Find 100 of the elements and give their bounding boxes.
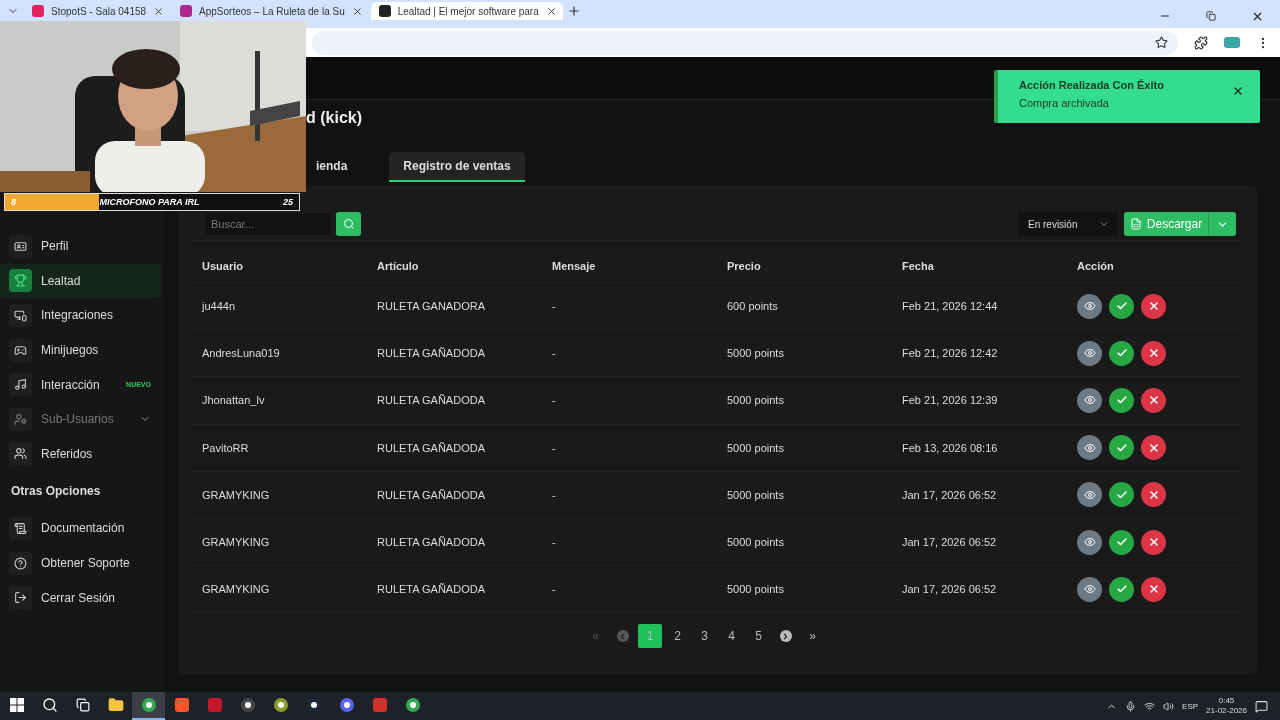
- approve-button[interactable]: [1109, 576, 1134, 602]
- reject-button[interactable]: [1141, 576, 1166, 602]
- sidebar-item[interactable]: Perfil: [0, 229, 161, 264]
- table-cell: GRAMYKING: [193, 471, 368, 519]
- spreadsheet-icon: [1129, 218, 1142, 230]
- last-page-button[interactable]: »: [801, 624, 824, 649]
- extensions-icon[interactable]: [1194, 35, 1208, 50]
- approve-button[interactable]: [1109, 293, 1134, 319]
- goal-label: MICROFONO PARA IRL: [99, 197, 200, 207]
- sidebar-icon: [14, 378, 27, 392]
- search-field[interactable]: Buscar...: [204, 212, 332, 236]
- table-cell: RULETA GANADORA: [368, 283, 543, 331]
- sidebar-icon: [14, 521, 27, 535]
- favicon-icon: [378, 5, 391, 17]
- x-icon: [1147, 347, 1160, 360]
- sidebar-item[interactable]: Cerrar Sesión: [0, 580, 161, 615]
- table-cell: -: [543, 377, 718, 425]
- table-cell: Jhonattan_lv: [193, 377, 368, 425]
- approve-button[interactable]: [1109, 387, 1134, 413]
- page-button[interactable]: 2: [666, 624, 689, 649]
- page-button[interactable]: 4: [720, 624, 743, 649]
- volume-icon[interactable]: [1163, 700, 1175, 712]
- sidebar-icon: [14, 239, 27, 253]
- column-header: Mensaje: [543, 250, 718, 283]
- close-icon[interactable]: [545, 5, 557, 17]
- table-cell: -: [543, 518, 718, 567]
- table-cell: Feb 21, 2026 12:44: [893, 283, 1068, 331]
- check-icon: [1115, 488, 1128, 501]
- view-button[interactable]: [1077, 529, 1102, 555]
- app-icon: [206, 697, 223, 713]
- approve-button[interactable]: [1109, 529, 1134, 555]
- table-cell: Jan 17, 2026 06:52: [893, 471, 1068, 519]
- sidebar-icon: [14, 343, 27, 357]
- sidebar-heading: Otras Opciones: [10, 483, 102, 501]
- language-indicator[interactable]: ESP: [1182, 701, 1199, 711]
- column-header: Precio: [718, 250, 893, 283]
- view-button[interactable]: [1077, 387, 1102, 413]
- page-button[interactable]: 5: [747, 624, 770, 649]
- app-icon: [272, 697, 289, 713]
- browser-tab[interactable]: AppSorteos – La Ruleta de la Su: [172, 2, 369, 20]
- close-icon[interactable]: [351, 5, 363, 17]
- eye-icon: [1083, 488, 1096, 501]
- reject-button[interactable]: [1141, 435, 1166, 461]
- table-cell: 5000 points: [718, 377, 893, 425]
- page-tab[interactable]: Registro de ventas: [389, 152, 525, 182]
- sidebar-icon: [14, 412, 27, 426]
- page-tab[interactable]: ienda: [302, 152, 362, 182]
- x-icon: [1147, 300, 1160, 313]
- sidebar-item[interactable]: Lealtad: [0, 263, 161, 299]
- browser-tab[interactable]: Lealtad | El mejor software para: [370, 2, 563, 20]
- close-icon[interactable]: [153, 5, 165, 17]
- network-icon: [1144, 700, 1156, 712]
- reject-button[interactable]: [1141, 529, 1166, 555]
- sidebar-item[interactable]: Minijuegos: [0, 332, 161, 368]
- microphone-icon: [1125, 700, 1137, 712]
- table-cell: 5000 points: [718, 566, 893, 614]
- table-cell: -: [543, 283, 718, 331]
- reject-button[interactable]: [1141, 482, 1166, 508]
- table-cell: 5000 points: [718, 518, 893, 567]
- address-field[interactable]: [312, 30, 1178, 55]
- sidebar-item[interactable]: Integraciones: [0, 298, 161, 333]
- toast-message: Compra archivada: [1019, 97, 1110, 109]
- view-button[interactable]: [1077, 482, 1102, 508]
- approve-button[interactable]: [1109, 435, 1134, 461]
- view-button[interactable]: [1077, 340, 1102, 366]
- table-cell: RULETA GAÑADODA: [368, 518, 543, 567]
- sidebar-item[interactable]: Documentación: [0, 511, 161, 546]
- taskbar-app[interactable]: [132, 692, 165, 720]
- eye-icon: [1083, 536, 1096, 549]
- reject-button[interactable]: [1141, 293, 1166, 319]
- favicon-icon: [32, 5, 44, 17]
- browser-tab[interactable]: StopotS - Sala 04158: [24, 2, 171, 20]
- view-button[interactable]: [1077, 435, 1102, 461]
- notifications-icon[interactable]: [1255, 699, 1268, 713]
- windows-icon: [9, 698, 24, 712]
- goal-count: 8: [11, 197, 16, 207]
- eye-icon: [1083, 347, 1096, 360]
- reject-button[interactable]: [1141, 387, 1166, 413]
- approve-button[interactable]: [1109, 482, 1134, 508]
- goal-target: 25: [283, 197, 293, 207]
- view-button[interactable]: [1077, 576, 1102, 602]
- view-button[interactable]: [1077, 293, 1102, 319]
- close-button[interactable]: [1232, 85, 1244, 97]
- table-cell: Feb 13, 2026 08:16: [893, 424, 1068, 472]
- sidebar-item[interactable]: Obtener Soporte: [0, 545, 161, 581]
- sidebar-icon: [14, 556, 27, 570]
- sidebar-item[interactable]: Referidos: [0, 436, 161, 472]
- table-cell: Feb 21, 2026 12:42: [893, 330, 1068, 378]
- clock[interactable]: 0:45 21-02-2026: [1206, 696, 1247, 716]
- table-cell: ju444n: [193, 283, 368, 331]
- column-header: Acción: [1068, 250, 1243, 283]
- approve-button[interactable]: [1109, 340, 1134, 366]
- page-button[interactable]: 3: [693, 624, 716, 649]
- bookmark-star-icon[interactable]: [1155, 36, 1168, 49]
- x-icon: [1147, 536, 1160, 549]
- check-icon: [1115, 441, 1128, 454]
- table-cell: 5000 points: [718, 330, 893, 378]
- reject-button[interactable]: [1141, 340, 1166, 366]
- status-select[interactable]: En revisión: [1018, 212, 1118, 236]
- plus-icon: [566, 4, 581, 18]
